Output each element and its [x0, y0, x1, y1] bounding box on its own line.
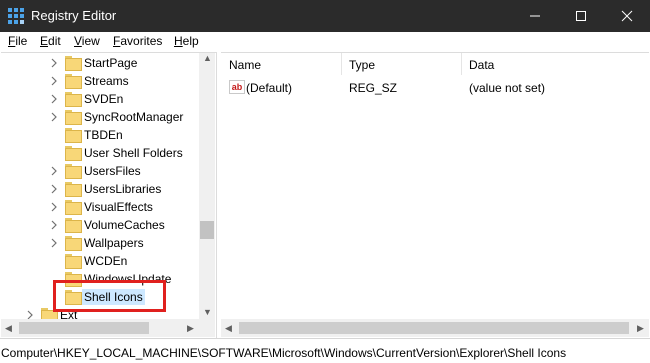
tree-item[interactable]: Streams	[1, 72, 199, 90]
menu-help[interactable]: Help	[174, 34, 199, 48]
menu-file[interactable]: File	[8, 34, 27, 48]
tree-item-label: Wallpapers	[84, 236, 144, 250]
status-bar: Computer\HKEY_LOCAL_MACHINE\SOFTWARE\Mic…	[0, 338, 650, 363]
chevron-right-icon[interactable]	[49, 112, 59, 122]
tree-item-label: VisualEffects	[84, 200, 153, 214]
title-bar[interactable]: Registry Editor	[0, 0, 650, 32]
column-divider[interactable]	[341, 53, 342, 75]
tree-horizontal-scrollbar[interactable]: ◀ ▶	[1, 319, 215, 337]
window-title: Registry Editor	[31, 8, 117, 23]
folder-icon	[65, 217, 82, 233]
folder-icon	[65, 127, 82, 143]
folder-icon	[65, 199, 82, 215]
annotation-highlight-box	[53, 280, 166, 312]
column-divider[interactable]	[461, 53, 462, 75]
column-header-name[interactable]: Name	[229, 58, 261, 72]
tree-item[interactable]: UsersLibraries	[1, 180, 199, 198]
tree-item-label: VolumeCaches	[84, 218, 165, 232]
string-value-icon: ab	[229, 80, 245, 94]
tree-item-label: WCDEn	[84, 254, 128, 268]
list-horizontal-scrollbar[interactable]: ◀ ▶	[221, 319, 649, 337]
menu-favorites[interactable]: Favorites	[113, 34, 162, 48]
chevron-right-icon[interactable]	[49, 184, 59, 194]
tree-item-label: Streams	[84, 74, 129, 88]
value-data: (value not set)	[469, 81, 546, 95]
tree-item[interactable]: VolumeCaches	[1, 216, 199, 234]
tree-item[interactable]: SVDEn	[1, 90, 199, 108]
folder-icon	[65, 73, 82, 89]
tree-item[interactable]: WCDEn	[1, 252, 199, 270]
chevron-right-icon[interactable]	[49, 58, 59, 68]
folder-icon	[65, 109, 82, 125]
scroll-right-icon[interactable]: ▶	[187, 323, 194, 334]
folder-icon	[65, 181, 82, 197]
tree-item[interactable]: StartPage	[1, 54, 199, 72]
menu-edit[interactable]: Edit	[40, 34, 61, 48]
folder-icon	[65, 91, 82, 107]
maximize-icon	[576, 11, 586, 21]
tree-item[interactable]: User Shell Folders	[1, 144, 199, 162]
column-header-type[interactable]: Type	[349, 58, 375, 72]
tree-horizontal-scroll-thumb[interactable]	[19, 322, 149, 334]
tree-item-label: User Shell Folders	[84, 146, 183, 160]
scroll-up-icon[interactable]: ▲	[203, 53, 212, 63]
tree-item-label: SyncRootManager	[84, 110, 184, 124]
tree-item-label: SVDEn	[84, 92, 124, 106]
folder-icon	[65, 253, 82, 269]
close-button[interactable]	[604, 0, 650, 32]
maximize-button[interactable]	[558, 0, 604, 32]
folder-icon	[65, 145, 82, 161]
folder-icon	[65, 235, 82, 251]
values-list[interactable]: Name Type Data ab (Default) REG_SZ (valu…	[221, 52, 649, 338]
scroll-corner	[199, 319, 215, 337]
tree-item[interactable]: TBDEn	[1, 126, 199, 144]
list-horizontal-scroll-thumb[interactable]	[239, 322, 629, 334]
chevron-right-icon[interactable]	[49, 238, 59, 248]
scroll-left-icon[interactable]: ◀	[225, 323, 232, 334]
column-header-data[interactable]: Data	[469, 58, 494, 72]
tree-item-label: UsersLibraries	[84, 182, 162, 196]
current-key-path: Computer\HKEY_LOCAL_MACHINE\SOFTWARE\Mic…	[1, 346, 567, 360]
chevron-right-icon[interactable]	[49, 202, 59, 212]
chevron-right-icon[interactable]	[49, 166, 59, 176]
value-name: (Default)	[246, 81, 293, 95]
chevron-right-icon[interactable]	[49, 76, 59, 86]
folder-icon	[65, 163, 82, 179]
tree-item-label: TBDEn	[84, 128, 123, 142]
folder-icon	[65, 55, 82, 71]
tree-vertical-scrollbar[interactable]: ▲ ▼	[199, 53, 215, 319]
chevron-right-icon[interactable]	[49, 220, 59, 230]
tree-item-label: StartPage	[84, 56, 138, 70]
tree-item[interactable]: SyncRootManager	[1, 108, 199, 126]
list-row[interactable]: ab (Default) REG_SZ (value not set)	[221, 79, 649, 97]
scroll-right-icon[interactable]: ▶	[637, 323, 644, 334]
minimize-button[interactable]	[512, 0, 558, 32]
tree-item[interactable]: Wallpapers	[1, 234, 199, 252]
menu-view[interactable]: View	[74, 34, 100, 48]
value-type: REG_SZ	[349, 81, 398, 95]
close-icon	[621, 10, 633, 22]
scroll-down-icon[interactable]: ▼	[203, 307, 212, 317]
chevron-right-icon[interactable]	[49, 94, 59, 104]
tree-vertical-scroll-thumb[interactable]	[200, 221, 214, 239]
registry-editor-window: Registry Editor File Edit View Favorites…	[0, 0, 650, 363]
scroll-left-icon[interactable]: ◀	[5, 323, 12, 334]
menu-bar: File Edit View Favorites Help	[0, 32, 650, 52]
tree-item[interactable]: UsersFiles	[1, 162, 199, 180]
registry-icon	[8, 8, 24, 24]
minimize-icon	[530, 15, 540, 17]
tree-item-label: UsersFiles	[84, 164, 141, 178]
tree-item[interactable]: VisualEffects	[1, 198, 199, 216]
